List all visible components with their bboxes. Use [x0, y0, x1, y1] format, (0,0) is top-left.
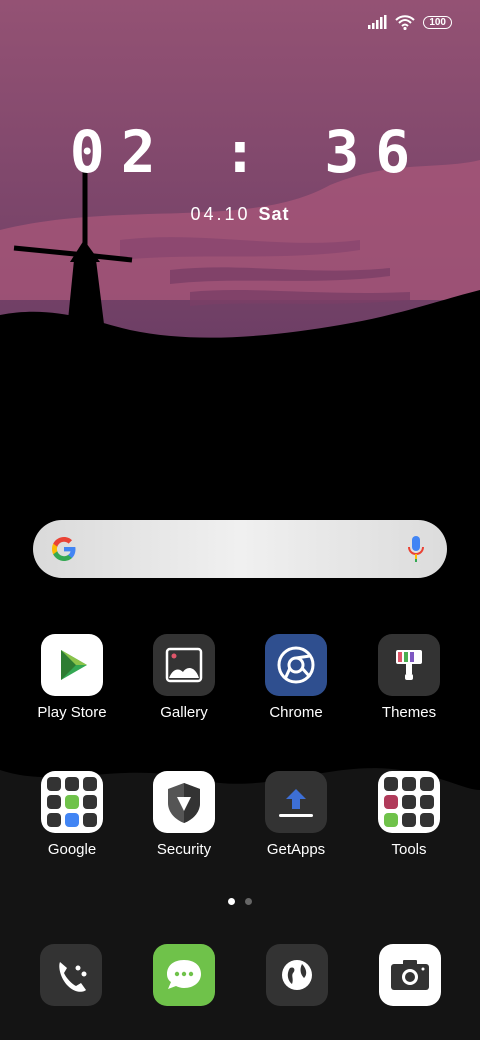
wifi-icon [395, 15, 416, 30]
app-chrome[interactable]: Chrome [240, 634, 352, 721]
status-bar: 100 [367, 12, 452, 32]
browser-icon [282, 960, 312, 990]
app-label: Security [156, 841, 212, 858]
themes-icon [378, 634, 440, 696]
app-getapps[interactable]: GetApps [240, 771, 352, 858]
google-search-bar[interactable] [33, 520, 447, 578]
page-dot-1[interactable] [228, 898, 235, 905]
app-label: GetApps [266, 841, 326, 858]
app-security[interactable]: Security [128, 771, 240, 858]
app-label: Themes [381, 704, 437, 721]
app-gallery[interactable]: Gallery [128, 634, 240, 721]
dock-browser[interactable] [266, 944, 328, 1006]
play-store-icon [41, 634, 103, 696]
gallery-icon [153, 634, 215, 696]
app-label: Google [47, 841, 97, 858]
chrome-icon [265, 634, 327, 696]
app-themes[interactable]: Themes [353, 634, 465, 721]
folder-google[interactable]: Google [16, 771, 128, 858]
app-label: Chrome [269, 704, 323, 721]
app-play-store[interactable]: Play Store [16, 634, 128, 721]
google-logo-icon [52, 537, 76, 561]
signal-icon [368, 15, 387, 29]
dock-messages[interactable] [153, 944, 215, 1006]
clock-time[interactable]: 02 : 36 [0, 118, 480, 186]
microphone-icon[interactable] [407, 535, 425, 563]
messages-icon [167, 960, 201, 989]
clock-date[interactable]: 04.10 Sat [0, 204, 480, 225]
folder-tools[interactable]: Tools [353, 771, 465, 858]
getapps-icon [265, 771, 327, 833]
camera-icon [391, 960, 429, 990]
page-dot-2[interactable] [245, 898, 252, 905]
dock-phone[interactable] [40, 944, 102, 1006]
google-folder-icon [41, 771, 103, 833]
day-text: Sat [258, 204, 290, 224]
phone-icon [59, 962, 87, 992]
date-text: 04.10 [190, 204, 251, 224]
app-label: Tools [391, 841, 427, 858]
security-shield-icon [153, 771, 215, 833]
battery-indicator: 100 [423, 15, 452, 29]
page-indicator[interactable] [0, 898, 480, 905]
app-label: Play Store [37, 704, 107, 721]
tools-folder-icon [378, 771, 440, 833]
app-label: Gallery [160, 704, 208, 721]
dock-camera[interactable] [379, 944, 441, 1006]
